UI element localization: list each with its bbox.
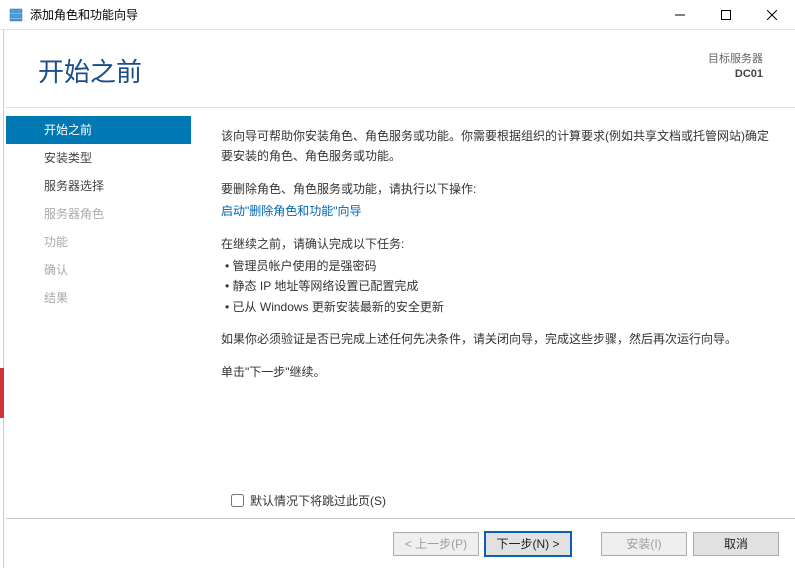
wizard-nav: 开始之前 安装类型 服务器选择 服务器角色 功能 确认 结果 xyxy=(6,108,191,500)
target-label: 目标服务器 xyxy=(708,52,763,67)
remove-roles-link[interactable]: 启动"删除角色和功能"向导 xyxy=(221,204,362,218)
server-manager-icon xyxy=(8,7,24,23)
window-title: 添加角色和功能向导 xyxy=(30,6,657,23)
prerequisite-list: 管理员帐户使用的是强密码 静态 IP 地址等网络设置已配置完成 已从 Windo… xyxy=(221,256,773,317)
close-button[interactable] xyxy=(749,0,795,30)
cancel-button[interactable]: 取消 xyxy=(693,532,779,556)
list-item: 已从 Windows 更新安装最新的安全更新 xyxy=(225,297,773,317)
window-controls xyxy=(657,0,795,30)
nav-step-install-type[interactable]: 安装类型 xyxy=(6,144,191,172)
skip-page-row[interactable]: 默认情况下将跳过此页(S) xyxy=(227,491,386,510)
nav-step-server-select[interactable]: 服务器选择 xyxy=(6,172,191,200)
target-info: 目标服务器 DC01 xyxy=(708,52,763,83)
next-button[interactable]: 下一步(N) > xyxy=(485,532,571,556)
wizard-body: 开始之前 安装类型 服务器选择 服务器角色 功能 确认 结果 该向导可帮助你安装… xyxy=(6,108,795,500)
nav-step-confirm: 确认 xyxy=(6,256,191,284)
wizard-dialog: 开始之前 目标服务器 DC01 开始之前 安装类型 服务器选择 服务器角色 功能… xyxy=(6,30,795,568)
wizard-content: 该向导可帮助你安装角色、角色服务或功能。你需要根据组织的计算要求(例如共享文档或… xyxy=(191,108,795,500)
titlebar: 添加角色和功能向导 xyxy=(0,0,795,30)
target-name: DC01 xyxy=(708,67,763,82)
maximize-button[interactable] xyxy=(703,0,749,30)
remove-roles-label: 要删除角色、角色服务或功能，请执行以下操作: xyxy=(221,179,773,199)
wizard-footer: < 上一步(P) 下一步(N) > 安装(I) 取消 xyxy=(6,518,795,568)
page-title: 开始之前 xyxy=(38,52,708,89)
nav-step-before-you-begin[interactable]: 开始之前 xyxy=(6,116,191,144)
previous-button: < 上一步(P) xyxy=(393,532,479,556)
verify-note: 如果你必须验证是否已完成上述任何先决条件，请关闭向导，完成这些步骤，然后再次运行… xyxy=(221,329,773,349)
skip-page-checkbox[interactable] xyxy=(231,494,244,507)
wizard-header: 开始之前 目标服务器 DC01 xyxy=(6,30,795,108)
continue-note: 单击"下一步"继续。 xyxy=(221,362,773,382)
parent-window-edge xyxy=(0,30,4,568)
list-item: 管理员帐户使用的是强密码 xyxy=(225,256,773,276)
list-item: 静态 IP 地址等网络设置已配置完成 xyxy=(225,276,773,296)
install-button: 安装(I) xyxy=(601,532,687,556)
nav-step-features: 功能 xyxy=(6,228,191,256)
nav-step-results: 结果 xyxy=(6,284,191,312)
nav-step-server-roles: 服务器角色 xyxy=(6,200,191,228)
skip-page-label: 默认情况下将跳过此页(S) xyxy=(250,492,386,509)
parent-alert-strip xyxy=(0,368,4,418)
prerequisite-label: 在继续之前，请确认完成以下任务: xyxy=(221,234,773,254)
intro-text: 该向导可帮助你安装角色、角色服务或功能。你需要根据组织的计算要求(例如共享文档或… xyxy=(221,126,773,167)
minimize-button[interactable] xyxy=(657,0,703,30)
